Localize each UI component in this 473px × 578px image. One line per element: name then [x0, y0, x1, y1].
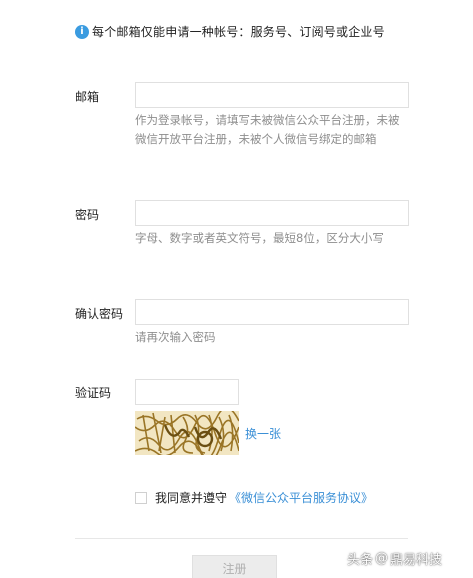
- register-button[interactable]: 注册: [192, 555, 277, 578]
- password-field[interactable]: [135, 200, 409, 226]
- confirm-password-field[interactable]: [135, 299, 409, 325]
- password-hint: 字母、数字或者英文符号，最短8位，区分大小写: [135, 231, 384, 245]
- email-hint: 作为登录帐号，请填写未被微信公众平台注册，未被微信开放平台注册，未被个人微信号绑…: [135, 113, 400, 146]
- watermark-at: @: [375, 551, 389, 566]
- agreement-row: 我同意并遵守 《微信公众平台服务协议》: [135, 489, 373, 506]
- agreement-text: 我同意并遵守: [155, 491, 228, 505]
- watermark-prefix: 头条: [347, 553, 374, 568]
- confirm-password-label: 确认密码: [75, 307, 124, 321]
- watermark-name: 鼎易科技: [390, 553, 443, 568]
- email-field[interactable]: [135, 82, 409, 108]
- divider: [75, 538, 408, 539]
- refresh-captcha-link[interactable]: 换一张: [245, 425, 281, 442]
- confirm-password-hint: 请再次输入密码: [135, 330, 216, 344]
- email-label: 邮箱: [75, 90, 100, 104]
- watermark: 头条 @ 鼎易科技: [347, 549, 442, 568]
- agreement-link[interactable]: 《微信公众平台服务协议》: [229, 489, 373, 506]
- notice-text: 每个邮箱仅能申请一种帐号：服务号、订阅号或企业号: [92, 25, 385, 39]
- info-icon: i: [75, 24, 89, 39]
- captcha-noise-graphic: [135, 411, 239, 455]
- captcha-image[interactable]: [135, 411, 239, 455]
- notice-bar: i 每个邮箱仅能申请一种帐号：服务号、订阅号或企业号: [75, 23, 385, 40]
- agreement-checkbox[interactable]: [135, 491, 147, 504]
- captcha-label: 验证码: [75, 386, 112, 400]
- captcha-field[interactable]: [135, 379, 239, 405]
- password-label: 密码: [75, 208, 100, 222]
